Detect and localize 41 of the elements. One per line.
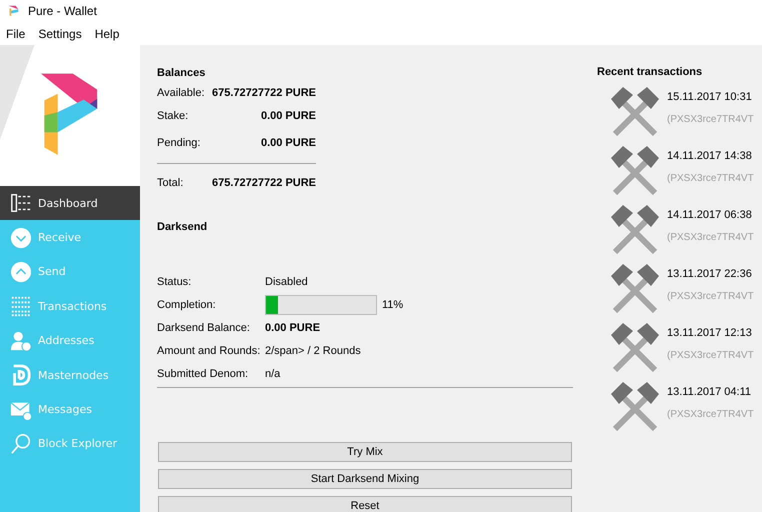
balance-value: 675.72727722 PURE — [212, 87, 316, 101]
transaction-address: (PXSX3rce7TR4VT — [667, 409, 754, 420]
transaction-date: 14.11.2017 14:38 — [667, 150, 753, 162]
transaction-date: 13.11.2017 04:11 — [667, 386, 752, 398]
action-button[interactable]: Start Darksend Mixing — [158, 469, 572, 489]
darksend-value: 2/span> / 2 Rounds — [265, 344, 361, 356]
menu-item[interactable]: File — [1, 26, 30, 40]
nav-item[interactable]: Dashboard — [0, 186, 140, 220]
transaction-date: 15.11.2017 10:31 — [667, 91, 753, 103]
transaction-date: 13.11.2017 12:13 — [667, 327, 753, 339]
section-title: Darksend — [157, 221, 208, 235]
transaction-date: 14.11.2017 06:38 — [667, 209, 753, 221]
section-title: Recent transactions — [597, 66, 704, 80]
darksend-label: Darksend Balance: — [157, 322, 251, 334]
transaction-address: (PXSX3rce7TR4VT — [667, 173, 754, 184]
darksend-label: Submitted Denom: — [157, 368, 250, 380]
darksend-value: n/a — [265, 368, 280, 380]
total-label: Total: — [157, 177, 184, 191]
balance-value: 0.00 PURE — [260, 110, 316, 124]
status-value: Disabled — [265, 276, 308, 288]
action-button[interactable]: Try Mix — [158, 442, 572, 462]
section-title: Balances — [157, 67, 206, 81]
progress-reading: 11% — [382, 298, 404, 310]
menu-item[interactable]: Settings — [33, 26, 87, 40]
total-value: 675.72727722 PURE — [212, 177, 316, 191]
transaction-address: (PXSX3rce7TR4VT — [667, 114, 754, 125]
balance-label: Pending: — [157, 137, 202, 151]
balance-label: Stake: — [157, 110, 190, 124]
balance-value: 0.00 PURE — [260, 137, 316, 151]
transaction-date: 13.11.2017 22:36 — [667, 268, 753, 280]
transaction-address: (PXSX3rce7TR4VT — [667, 232, 754, 243]
transaction-address: (PXSX3rce7TR4VT — [667, 291, 754, 302]
balance-label: Available: — [157, 87, 206, 101]
status-label: Status: — [157, 276, 192, 288]
transaction-address: (PXSX3rce7TR4VT — [667, 350, 754, 361]
darksend-label: Amount and Rounds: — [157, 344, 261, 356]
window-title: Pure - Wallet — [28, 4, 97, 18]
completion-label: Completion: — [157, 298, 217, 310]
darksend-value: 0.00 PURE — [265, 322, 320, 334]
menu-item[interactable]: Help — [90, 26, 124, 40]
action-button[interactable]: Reset — [158, 496, 572, 512]
